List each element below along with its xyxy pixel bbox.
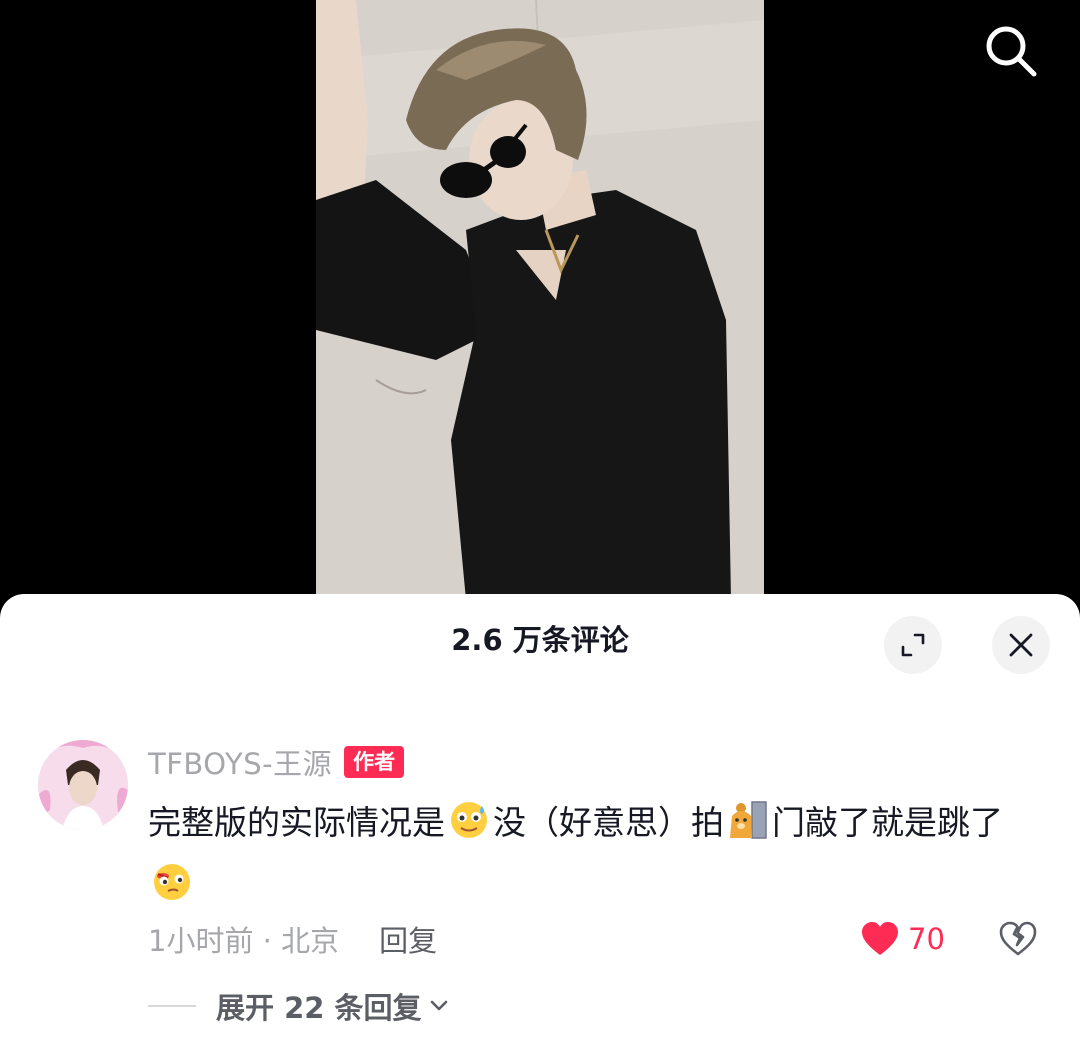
expand-replies-label: 展开 22 条回复: [216, 991, 422, 1025]
divider-line: [148, 1005, 196, 1007]
comment-time-location: 1小时前 · 北京: [148, 924, 340, 958]
comment-text-part: 门敲了就是跳了: [772, 803, 1003, 842]
comment-meta-row: 1小时前 · 北京 回复: [148, 916, 437, 962]
video-person-image: [316, 0, 764, 600]
search-button[interactable]: [982, 22, 1040, 80]
sweating-smile-emoji-icon: [451, 802, 487, 838]
expand-replies-button[interactable]: 展开 22 条回复: [148, 984, 450, 1028]
expand-panel-button[interactable]: [884, 616, 942, 674]
comments-panel: 2.6 万条评论 TFBOYS-王源 作者 完整版的实际情况是 没（好意思）拍 …: [0, 594, 1080, 1044]
dislike-button[interactable]: [998, 916, 1040, 962]
close-icon: [1009, 633, 1033, 657]
comment-author-row: TFBOYS-王源 作者: [148, 741, 405, 783]
comment-author-name[interactable]: TFBOYS-王源: [148, 741, 332, 783]
like-button[interactable]: 70: [860, 916, 945, 962]
close-panel-button[interactable]: [992, 616, 1050, 674]
author-badge: 作者: [344, 746, 405, 778]
video-frame[interactable]: [316, 0, 764, 600]
bear-door-emoji-icon: [730, 801, 767, 839]
comment-text-part: 没（好意思）拍: [493, 803, 724, 842]
expand-icon: [901, 633, 925, 657]
chevron-down-icon: [430, 1000, 447, 1011]
author-avatar-image: [38, 740, 128, 830]
like-count: 70: [908, 922, 945, 956]
comment-text-part: 完整版的实际情况是: [148, 803, 445, 842]
avatar[interactable]: [38, 740, 128, 830]
reply-button[interactable]: 回复: [379, 918, 437, 960]
search-icon: [986, 26, 1037, 77]
heart-icon: [862, 922, 898, 955]
broken-heart-icon: [999, 921, 1037, 956]
flushed-wink-emoji-icon: [154, 864, 190, 900]
comment-text[interactable]: 完整版的实际情况是 没（好意思）拍 门敲了就是跳了: [148, 792, 1028, 916]
